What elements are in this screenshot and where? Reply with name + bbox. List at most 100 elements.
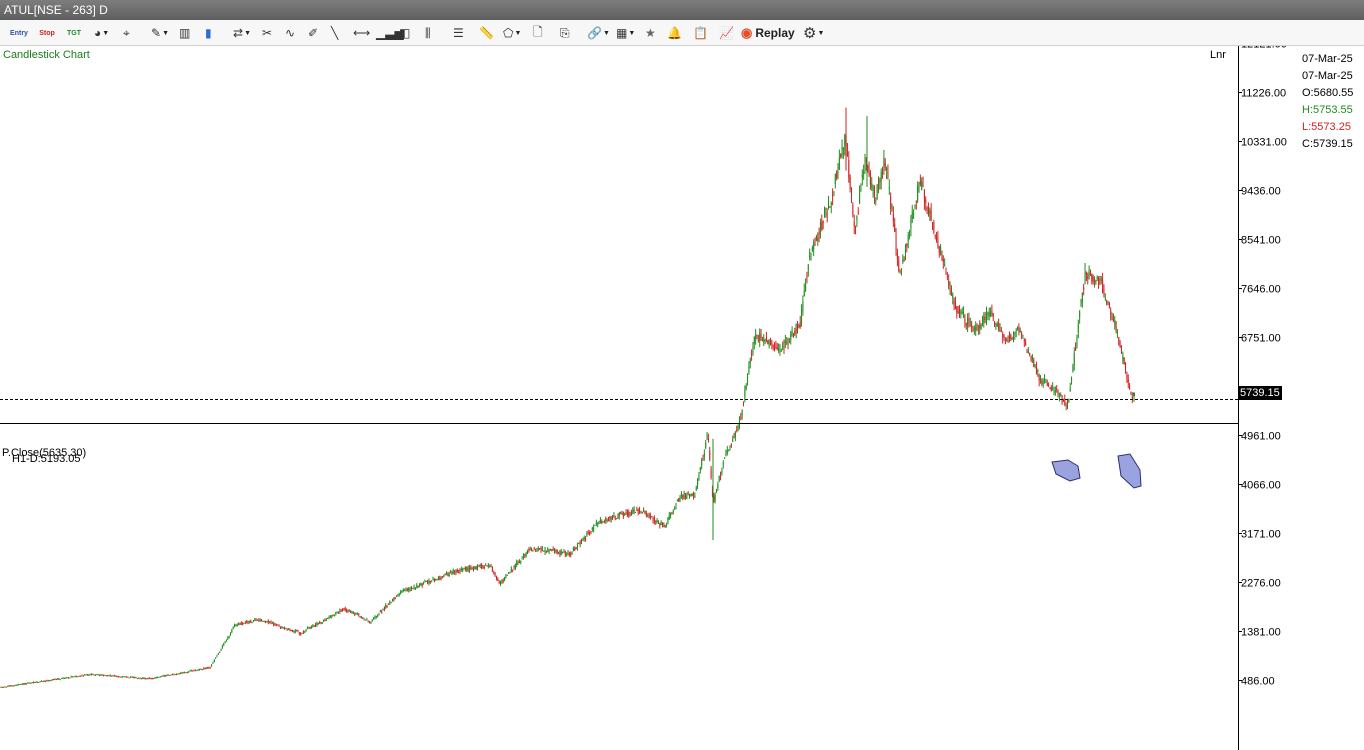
candle-body — [387, 603, 389, 605]
candle-body — [986, 313, 987, 321]
candle-body — [298, 633, 300, 635]
link-button[interactable]: 🔗 ▼ — [587, 24, 610, 42]
box-button[interactable]: ◧ — [399, 24, 410, 42]
candle-body — [1053, 388, 1055, 391]
candle-body — [221, 646, 223, 649]
scissors-button[interactable]: ✂ — [262, 24, 272, 42]
candle-body — [16, 684, 18, 686]
candle-body — [228, 635, 230, 638]
chart-style-button[interactable]: ✎ ▼ — [151, 24, 169, 42]
channel-button[interactable]: ☰ — [453, 24, 464, 42]
candle-body — [582, 539, 584, 541]
pen-button[interactable]: ✐ — [308, 24, 318, 42]
candle-body — [448, 572, 450, 576]
scale-mode-label[interactable]: Lnr — [1210, 49, 1226, 61]
candle-body — [235, 625, 237, 627]
stop-icon[interactable]: Stop — [38, 24, 56, 42]
candle-body — [265, 621, 267, 623]
chart-area[interactable]: 12121.00 11226.00 10331.00 9436.00 8541.00 76… — [0, 46, 1364, 750]
candle-body — [358, 614, 360, 616]
candle-body — [297, 631, 299, 633]
candle-body — [150, 678, 152, 680]
candle-body — [868, 167, 870, 176]
candle-body — [1108, 302, 1110, 308]
favourite-button[interactable]: ★ — [645, 24, 656, 42]
candle-body — [258, 619, 260, 621]
candle-body — [887, 172, 889, 178]
fib-button[interactable]: ⫼ — [425, 24, 431, 42]
candle-body — [787, 343, 789, 345]
candle-body — [320, 622, 322, 624]
candle-body — [51, 679, 53, 681]
candle-body — [135, 677, 137, 679]
candle-body — [656, 520, 658, 522]
target-icon[interactable]: TGT — [65, 24, 83, 42]
template-button[interactable]: ⎘ — [560, 24, 570, 42]
candle-body — [551, 549, 553, 551]
candle-body — [873, 187, 875, 197]
crosshair-button[interactable]: ⌖ — [123, 24, 130, 42]
candle-body — [254, 619, 256, 621]
last-candle-body — [1133, 392, 1135, 397]
candle-body — [938, 245, 940, 254]
entry-icon[interactable]: Entry — [10, 24, 28, 42]
candle-body — [856, 215, 858, 220]
candlestick-button[interactable]: ▮ — [205, 24, 212, 42]
candle-body — [841, 145, 843, 156]
candle-body — [863, 171, 865, 174]
candle-body — [243, 623, 245, 625]
candle-body — [537, 547, 539, 550]
candle-body — [957, 311, 959, 314]
chart-canvas[interactable]: 12121.00 11226.00 10331.00 9436.00 8541.00 76… — [0, 46, 1364, 750]
candle-body — [460, 568, 462, 570]
candle-body — [204, 668, 206, 670]
trendline-button[interactable]: ╲ — [331, 24, 338, 42]
clipboard-button[interactable]: 📋 — [693, 24, 708, 42]
horizontal-line-button[interactable]: ⟷ — [353, 24, 370, 42]
shapes-icon: ⬠ — [503, 26, 514, 40]
candle-body — [609, 517, 611, 519]
bar-chart-button[interactable]: ▥ — [179, 24, 190, 42]
candle-body — [1049, 387, 1051, 389]
candle-body — [32, 682, 34, 684]
compare-button[interactable]: ⇄ ▼ — [233, 24, 251, 42]
wave-button[interactable]: ∿ — [285, 24, 295, 42]
candle-body — [521, 558, 523, 560]
candle-body — [963, 312, 965, 317]
candle-body — [255, 619, 257, 621]
candle-body — [482, 565, 484, 569]
candle-body — [69, 677, 71, 679]
new-window-button[interactable]: 🗋 — [533, 24, 543, 42]
replay-button[interactable]: ◉ Replay — [741, 24, 795, 42]
candle-body — [855, 226, 857, 228]
candle-body — [826, 213, 828, 215]
ohlc-open: O:5680.55 — [1302, 87, 1354, 99]
ruler-button[interactable]: 📏 — [479, 24, 494, 42]
candle-body — [752, 347, 754, 353]
candle-body — [879, 180, 881, 183]
candle-body — [323, 619, 325, 622]
candle-body — [629, 513, 631, 516]
candle-body — [1116, 331, 1118, 334]
candle-body — [217, 653, 219, 655]
candle-body — [1122, 355, 1124, 360]
candle-body — [305, 629, 307, 632]
candle-body — [20, 683, 22, 685]
candle-body — [1011, 338, 1013, 340]
candle-body — [810, 252, 812, 258]
candle-body — [115, 675, 117, 677]
candle-body — [1038, 374, 1040, 381]
reference-lines-group — [0, 399, 1238, 424]
candle-body — [302, 631, 304, 633]
candle-body — [360, 617, 362, 619]
settings-button[interactable]: ⚙ ▼ — [803, 24, 824, 42]
candle-body — [647, 515, 649, 517]
alert-button[interactable]: 🔔 — [667, 24, 682, 42]
trend-button[interactable]: 📈 — [719, 24, 734, 42]
layout-button[interactable]: ▦ ▼ — [616, 24, 635, 42]
indicator-menu-button[interactable]: ◕ ▼ — [94, 24, 109, 42]
candle-body — [336, 612, 338, 614]
shapes-button[interactable]: ⬠ ▼ — [503, 24, 521, 42]
candle-body — [54, 679, 56, 681]
candle-body — [670, 513, 672, 516]
